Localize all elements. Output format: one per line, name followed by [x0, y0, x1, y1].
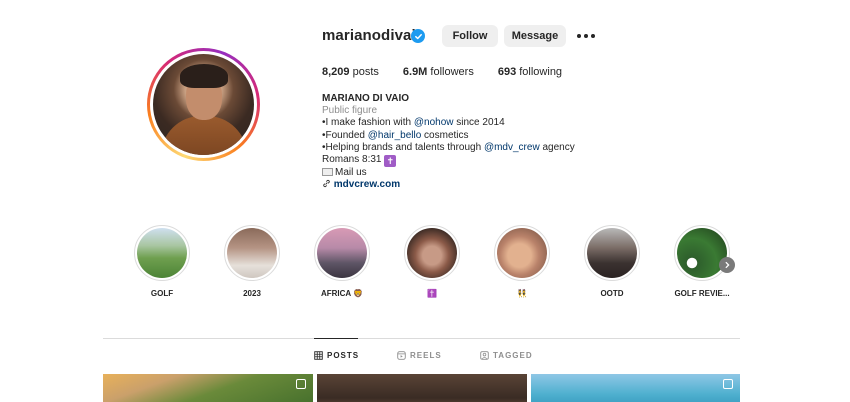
- bio-mention-link[interactable]: @nohow: [414, 117, 454, 128]
- carousel-badge-icon: [723, 379, 733, 389]
- bio-mention-link[interactable]: @hair_bello: [368, 130, 422, 141]
- chevron-right-icon[interactable]: [719, 257, 735, 273]
- bio-line: •Helping brands and talents through @mdv…: [322, 141, 575, 153]
- profile-avatar[interactable]: [147, 48, 260, 161]
- highlight-cover: [587, 228, 637, 278]
- tabs-divider: [103, 338, 740, 339]
- tab-reels[interactable]: REELS: [397, 351, 442, 360]
- highlight-label: ✝️: [427, 289, 437, 298]
- highlight-cover: [497, 228, 547, 278]
- verified-badge-icon: [411, 29, 425, 43]
- highlight-ring: [224, 225, 280, 281]
- message-button[interactable]: Message: [504, 25, 566, 47]
- highlight-ring: [494, 225, 550, 281]
- story-highlight[interactable]: 👯: [482, 225, 562, 298]
- bio-line: •I make fashion with @nohow since 2014: [322, 117, 505, 129]
- avatar-image: [153, 54, 254, 155]
- reels-icon: [397, 351, 406, 360]
- followers-count[interactable]: 6.9M followers: [403, 66, 474, 78]
- profile-stats: 8,209 posts 6.9M followers 693 following: [322, 66, 586, 78]
- story-highlight[interactable]: AFRICA 🦁: [302, 225, 382, 298]
- profile-bio: MARIANO DI VAIO Public figure •I make fa…: [322, 93, 575, 191]
- highlight-ring: [674, 225, 730, 281]
- link-icon: [323, 180, 330, 188]
- highlight-cover: [227, 228, 277, 278]
- highlight-ring: [134, 225, 190, 281]
- highlight-label: GOLF: [150, 289, 174, 298]
- highlight-label: 2023: [243, 289, 261, 298]
- bio-category: Public figure: [322, 105, 378, 117]
- follow-button[interactable]: Follow: [442, 25, 498, 47]
- active-tab-indicator: [314, 338, 358, 339]
- tab-posts[interactable]: POSTS: [314, 351, 359, 360]
- story-highlight[interactable]: ✝️: [392, 225, 472, 298]
- bio-mention-link[interactable]: @mdv_crew: [484, 142, 540, 153]
- highlight-label: 👯: [517, 289, 527, 298]
- avatar-hair: [180, 64, 228, 88]
- story-highlight[interactable]: 2023: [212, 225, 292, 298]
- bio-line: Romans 8:31 ✝: [322, 154, 575, 168]
- tab-tagged[interactable]: TAGGED: [480, 351, 533, 360]
- highlight-ring: [584, 225, 640, 281]
- post-thumbnail[interactable]: [317, 374, 527, 402]
- bio-full-name: MARIANO DI VAIO: [322, 93, 410, 104]
- highlight-cover: [407, 228, 457, 278]
- highlight-cover: [137, 228, 187, 278]
- highlight-ring: [404, 225, 460, 281]
- avatar-coat: [161, 116, 247, 155]
- highlight-label: OOTD: [600, 289, 624, 298]
- following-count[interactable]: 693 following: [498, 66, 562, 78]
- bio-line: •Founded @hair_bello cosmetics: [322, 129, 469, 141]
- post-thumbnail[interactable]: [531, 374, 740, 402]
- post-thumbnail[interactable]: [103, 374, 313, 402]
- envelope-icon: [322, 168, 333, 177]
- story-highlight[interactable]: GOLF: [122, 225, 202, 298]
- avatar-gap: [150, 51, 257, 158]
- highlight-ring: [314, 225, 370, 281]
- bio-website[interactable]: mdvcrew.com: [322, 179, 575, 191]
- bio-line[interactable]: Mail us: [322, 167, 575, 179]
- highlight-cover: [677, 228, 727, 278]
- highlight-label: GOLF REVIE...: [674, 289, 730, 298]
- posts-count: 8,209 posts: [322, 66, 379, 78]
- reel-badge-icon: [296, 379, 306, 389]
- tagged-icon: [480, 351, 489, 360]
- story-highlight[interactable]: OOTD: [572, 225, 652, 298]
- grid-icon: [314, 351, 323, 360]
- more-options-icon[interactable]: [577, 31, 595, 41]
- cross-emoji-icon: ✝: [384, 155, 397, 168]
- highlight-label: AFRICA 🦁: [320, 289, 364, 298]
- highlight-cover: [317, 228, 367, 278]
- profile-username: marianodivaio: [322, 27, 425, 44]
- website-link[interactable]: mdvcrew.com: [334, 179, 400, 190]
